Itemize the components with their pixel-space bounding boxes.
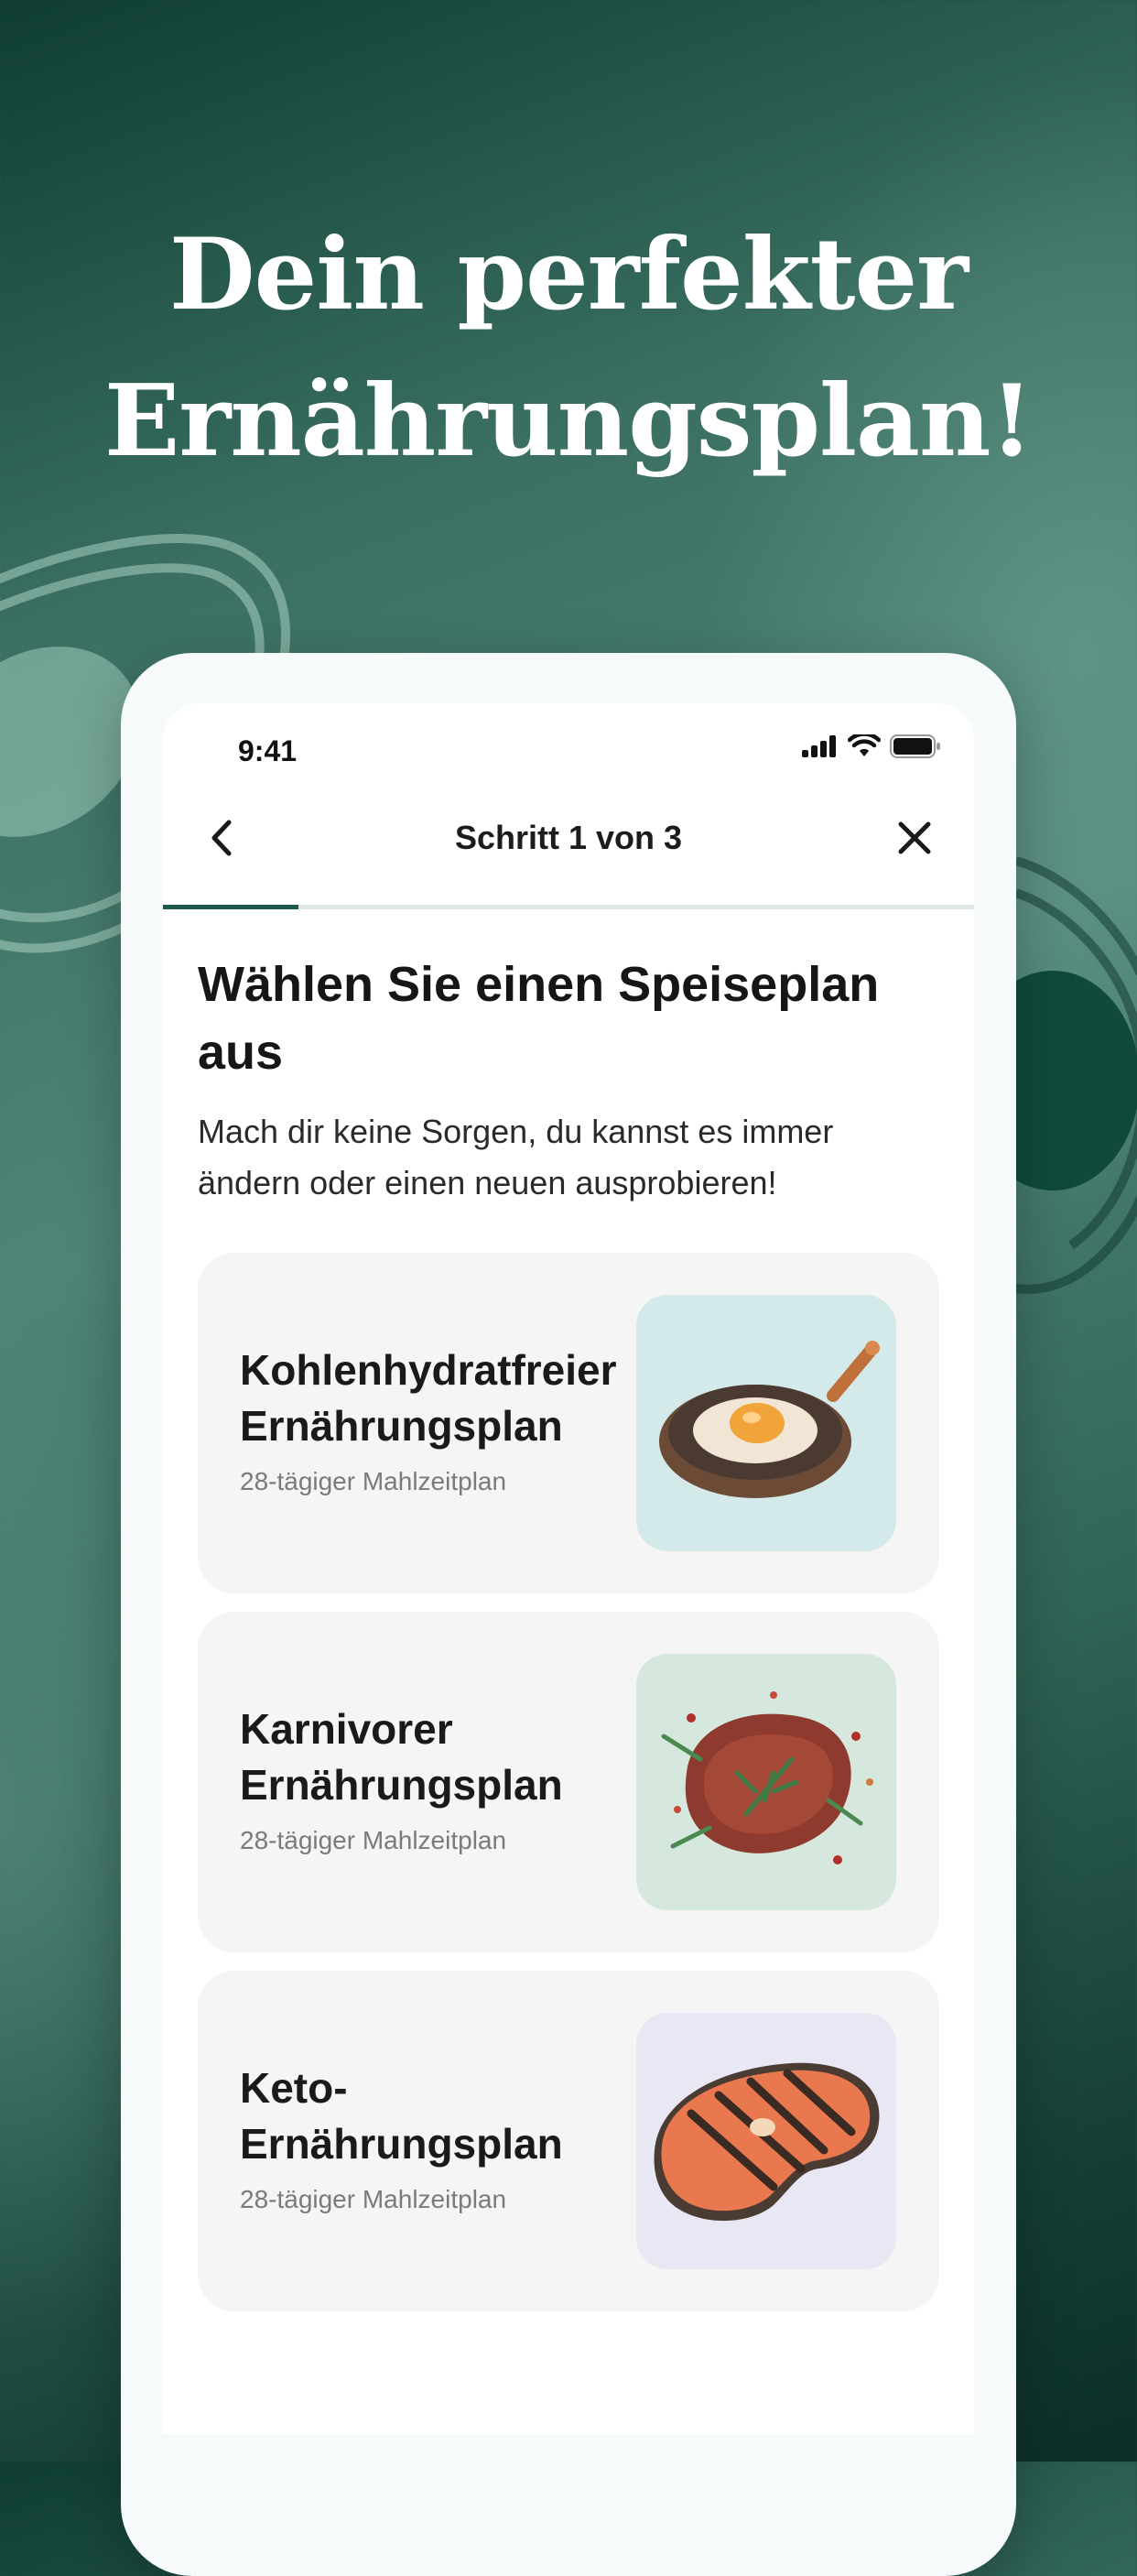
- plan-card-meta: 28-tägiger Mahlzeitplan: [240, 1826, 507, 1854]
- plan-card-meta: 28-tägiger Mahlzeitplan: [240, 2185, 507, 2213]
- main-content: Wählen Sie einen Speiseplan aus Mach dir…: [198, 951, 939, 2330]
- cellular-signal-icon: [802, 735, 836, 757]
- status-time: 9:41: [238, 734, 298, 767]
- wifi-icon: [848, 734, 881, 756]
- plan-card-meta: 28-tägiger Mahlzeitplan: [240, 1467, 507, 1495]
- page-subheading: Mach dir keine Sorgen, du kannst es imme…: [198, 1113, 834, 1201]
- plan-card-image: [636, 1295, 896, 1551]
- nav-title: Schritt 1 von 3: [454, 819, 683, 856]
- plan-card-title: Kohlenhydratfreier Ernährungsplan: [240, 1342, 633, 1454]
- app-screen: 9:41 Schritt 1 von 3 Wählen Sie einen Sp…: [163, 703, 974, 2434]
- plan-card-keto[interactable]: Keto- Ernährungsplan 28-tägiger Mahlzeit…: [198, 1971, 939, 2311]
- plan-list: Kohlenhydratfreier Ernährungsplan 28-täg…: [198, 1253, 939, 2311]
- chevron-left-icon[interactable]: [200, 815, 245, 861]
- plan-card-image: [636, 1654, 896, 1910]
- progress-bar-fill: [163, 905, 298, 909]
- progress-bar: [163, 905, 974, 909]
- nav-bar: Schritt 1 von 3: [163, 795, 974, 879]
- plan-card-low-carb[interactable]: Kohlenhydratfreier Ernährungsplan 28-täg…: [198, 1253, 939, 1593]
- fried-egg-pan-icon: [659, 1341, 880, 1498]
- headline-line-2: Ernährungsplan!: [104, 364, 1034, 479]
- plan-card-title-line-1: Keto-: [240, 2064, 348, 2112]
- plan-card-title: Keto- Ernährungsplan: [240, 2060, 633, 2172]
- page-heading: Wählen Sie einen Speiseplan aus: [198, 957, 880, 1080]
- headline-line-1: Dein perfekter: [168, 217, 969, 332]
- plan-card-title-line-2: Ernährungsplan: [240, 2120, 563, 2168]
- status-icons: [802, 734, 941, 758]
- steak-icon: [661, 1691, 873, 1864]
- plan-card-carnivore[interactable]: Karnivorer Ernährungsplan 28-tägiger Mah…: [198, 1612, 939, 1952]
- plan-card-title: Karnivorer Ernährungsplan: [240, 1701, 633, 1813]
- status-bar: 9:41: [163, 703, 974, 795]
- close-icon[interactable]: [892, 815, 937, 861]
- plan-card-title-line-1: Kohlenhydratfreier: [240, 1346, 617, 1394]
- plan-card-title-line-2: Ernährungsplan: [240, 1402, 563, 1450]
- plan-card-title-line-2: Ernährungsplan: [240, 1761, 563, 1809]
- salmon-steak-icon: [654, 2062, 880, 2222]
- battery-icon: [890, 734, 940, 758]
- plan-card-title-line-1: Karnivorer: [240, 1705, 453, 1753]
- headline: Dein perfekter Ernährungsplan!: [0, 201, 1137, 495]
- plan-card-image: [636, 2013, 896, 2269]
